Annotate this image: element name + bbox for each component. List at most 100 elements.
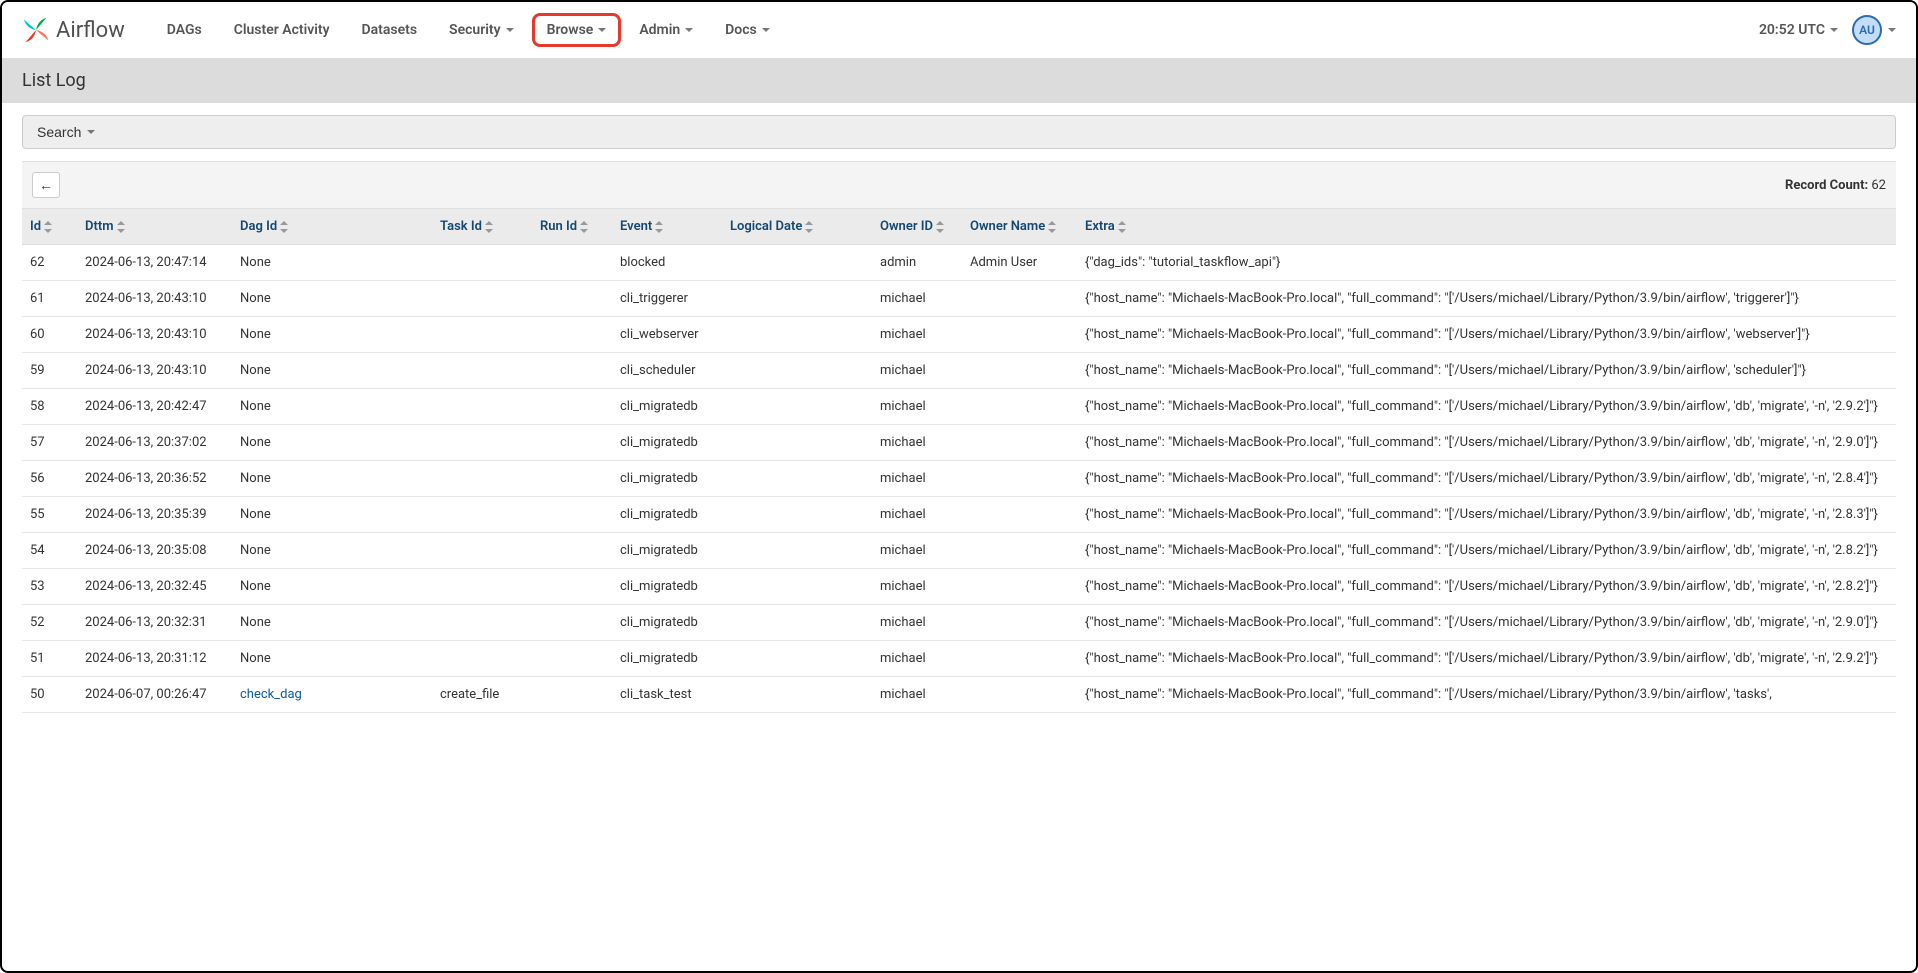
sort-icon <box>936 221 944 233</box>
nav-item-docs[interactable]: Docs <box>711 14 784 46</box>
cell-owner-name <box>962 461 1077 497</box>
caret-icon <box>762 28 770 32</box>
cell-dag-id: None <box>232 533 432 569</box>
cell-dttm: 2024-06-13, 20:31:12 <box>77 641 232 677</box>
cell-dag-id: None <box>232 281 432 317</box>
cell-event: cli_migratedb <box>612 389 722 425</box>
cell-dag-id: None <box>232 353 432 389</box>
cell-run-id <box>532 245 612 281</box>
cell-id: 61 <box>22 281 77 317</box>
nav-item-dags[interactable]: DAGs <box>153 14 216 46</box>
cell-event: blocked <box>612 245 722 281</box>
cell-id: 56 <box>22 461 77 497</box>
nav-item-admin[interactable]: Admin <box>625 14 707 46</box>
col-header-event[interactable]: Event <box>612 209 722 245</box>
caret-icon <box>598 28 606 32</box>
cell-event: cli_task_test <box>612 677 722 713</box>
table-row: 562024-06-13, 20:36:52Nonecli_migratedbm… <box>22 461 1896 497</box>
cell-id: 51 <box>22 641 77 677</box>
cell-event: cli_migratedb <box>612 605 722 641</box>
search-label: Search <box>37 124 81 140</box>
col-header-logical-date[interactable]: Logical Date <box>722 209 872 245</box>
cell-run-id <box>532 605 612 641</box>
cell-task-id <box>432 425 532 461</box>
cell-task-id <box>432 389 532 425</box>
cell-extra: {"host_name": "Michaels-MacBook-Pro.loca… <box>1077 389 1896 425</box>
cell-extra: {"host_name": "Michaels-MacBook-Pro.loca… <box>1077 281 1896 317</box>
record-count-value: 62 <box>1871 178 1886 193</box>
cell-dttm: 2024-06-13, 20:42:47 <box>77 389 232 425</box>
table-row: 622024-06-13, 20:47:14NoneblockedadminAd… <box>22 245 1896 281</box>
cell-dttm: 2024-06-13, 20:35:39 <box>77 497 232 533</box>
cell-owner-name: Admin User <box>962 245 1077 281</box>
cell-run-id <box>532 497 612 533</box>
col-label: Dttm <box>85 219 114 234</box>
col-header-owner-name[interactable]: Owner Name <box>962 209 1077 245</box>
table-row: 572024-06-13, 20:37:02Nonecli_migratedbm… <box>22 425 1896 461</box>
sort-icon <box>805 221 813 233</box>
cell-logical-date <box>722 677 872 713</box>
cell-task-id: create_file <box>432 677 532 713</box>
col-header-dag-id[interactable]: Dag Id <box>232 209 432 245</box>
cell-task-id <box>432 353 532 389</box>
clock-text: 20:52 UTC <box>1759 22 1825 38</box>
cell-event: cli_migratedb <box>612 497 722 533</box>
col-label: Logical Date <box>730 219 802 234</box>
cell-event: cli_triggerer <box>612 281 722 317</box>
nav-item-datasets[interactable]: Datasets <box>348 14 432 46</box>
cell-owner-id: michael <box>872 569 962 605</box>
cell-owner-id: michael <box>872 425 962 461</box>
nav-item-security[interactable]: Security <box>435 14 528 46</box>
cell-run-id <box>532 677 612 713</box>
caret-icon <box>1830 28 1838 32</box>
nav-item-label: Datasets <box>362 22 418 38</box>
nav-item-label: Admin <box>639 22 680 38</box>
nav-item-label: Docs <box>725 22 757 38</box>
nav-item-browse[interactable]: Browse <box>532 13 622 47</box>
avatar: AU <box>1852 15 1882 45</box>
cell-owner-id: michael <box>872 317 962 353</box>
col-label: Event <box>620 219 652 234</box>
cell-event: cli_scheduler <box>612 353 722 389</box>
col-header-id[interactable]: Id <box>22 209 77 245</box>
cell-owner-id: michael <box>872 677 962 713</box>
cell-owner-name <box>962 533 1077 569</box>
col-header-dttm[interactable]: Dttm <box>77 209 232 245</box>
cell-owner-name <box>962 317 1077 353</box>
cell-event: cli_migratedb <box>612 641 722 677</box>
clock[interactable]: 20:52 UTC <box>1759 22 1838 38</box>
col-header-owner-id[interactable]: Owner ID <box>872 209 962 245</box>
cell-logical-date <box>722 281 872 317</box>
cell-id: 52 <box>22 605 77 641</box>
user-menu[interactable]: AU <box>1852 15 1896 45</box>
airflow-logo-icon <box>22 16 50 44</box>
cell-id: 62 <box>22 245 77 281</box>
col-header-run-id[interactable]: Run Id <box>532 209 612 245</box>
cell-logical-date <box>722 317 872 353</box>
cell-event: cli_migratedb <box>612 425 722 461</box>
caret-icon <box>685 28 693 32</box>
brand-link[interactable]: Airflow <box>22 16 125 44</box>
cell-dag-id: None <box>232 461 432 497</box>
brand-text: Airflow <box>56 18 125 43</box>
cell-run-id <box>532 533 612 569</box>
cell-task-id <box>432 641 532 677</box>
col-header-extra[interactable]: Extra <box>1077 209 1896 245</box>
cell-id: 60 <box>22 317 77 353</box>
cell-task-id <box>432 569 532 605</box>
cell-extra: {"dag_ids": "tutorial_taskflow_api"} <box>1077 245 1896 281</box>
cell-dag-id: None <box>232 389 432 425</box>
cell-run-id <box>532 353 612 389</box>
cell-dag-id[interactable]: check_dag <box>232 677 432 713</box>
cell-event: cli_migratedb <box>612 569 722 605</box>
cell-owner-name <box>962 353 1077 389</box>
search-dropdown[interactable]: Search <box>22 115 1896 149</box>
cell-owner-id: michael <box>872 605 962 641</box>
cell-dttm: 2024-06-13, 20:43:10 <box>77 317 232 353</box>
back-button[interactable]: ← <box>32 172 60 198</box>
navbar-nav: DAGsCluster Activity Datasets SecurityBrow… <box>153 13 784 47</box>
table-row: 602024-06-13, 20:43:10Nonecli_webserverm… <box>22 317 1896 353</box>
cell-extra: {"host_name": "Michaels-MacBook-Pro.loca… <box>1077 605 1896 641</box>
col-header-task-id[interactable]: Task Id <box>432 209 532 245</box>
nav-item-cluster-activity[interactable]: Cluster Activity <box>220 14 344 46</box>
